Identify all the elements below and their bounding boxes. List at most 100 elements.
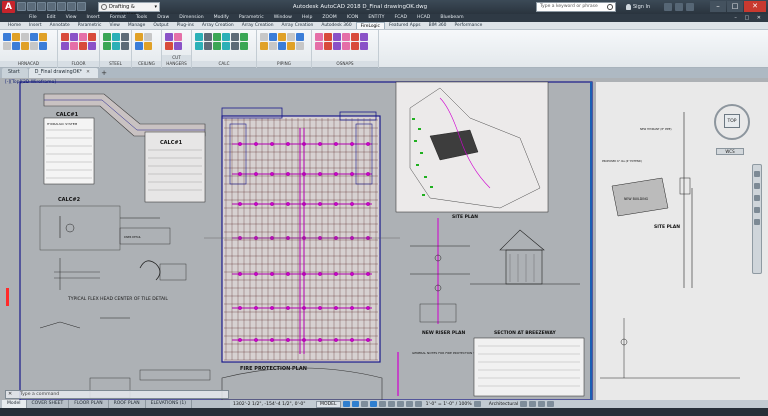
ribbon-tool-icon[interactable] xyxy=(287,33,295,41)
menu-window[interactable]: Window xyxy=(269,14,297,22)
ribbon-tool-icon[interactable] xyxy=(121,42,129,50)
ribbon-tool-icon[interactable] xyxy=(121,33,129,41)
viewport-controls[interactable]: [-][Top][2D Wireframe] xyxy=(5,80,56,85)
selection-cycling-icon[interactable] xyxy=(405,401,413,407)
ribbon-tool-icon[interactable] xyxy=(240,42,248,50)
wcs-menu[interactable]: WCS xyxy=(716,148,744,155)
ribbon-tool-icon[interactable] xyxy=(135,42,143,50)
ribbon-tool-icon[interactable] xyxy=(204,33,212,41)
steering-wheel-icon[interactable] xyxy=(754,171,760,177)
ribbon-tool-icon[interactable] xyxy=(324,33,332,41)
layout-tab-roof-plan[interactable]: ROOF PLAN xyxy=(109,400,146,408)
close-button[interactable]: ✕ xyxy=(744,1,766,12)
menu-fcad[interactable]: FCAD xyxy=(389,14,412,22)
ribbon-tool-icon[interactable] xyxy=(260,33,268,41)
ribbon-tool-icon[interactable] xyxy=(333,42,341,50)
ribbon-tool-icon[interactable] xyxy=(30,42,38,50)
layout-tab-elevations-1-[interactable]: ELEVATIONS (1) xyxy=(146,400,192,408)
ribbon-tool-icon[interactable] xyxy=(231,33,239,41)
search-icon[interactable] xyxy=(607,4,613,10)
ribbon-tool-icon[interactable] xyxy=(360,33,368,41)
drawing-canvas[interactable]: [-][Top][2D Wireframe] CALC#1 HYDRAULIC … xyxy=(0,78,768,400)
menu-icon[interactable]: ICON xyxy=(342,14,364,22)
ribbon-tool-icon[interactable] xyxy=(342,42,350,50)
ortho-icon[interactable] xyxy=(360,401,368,407)
save-icon[interactable] xyxy=(37,2,46,11)
ribbon-tab-bim-360[interactable]: BIM 360 xyxy=(425,22,451,29)
ribbon-tab-output[interactable]: Output xyxy=(149,22,172,29)
ribbon-tool-icon[interactable] xyxy=(3,33,11,41)
mdi-controls[interactable]: – □ ✕ xyxy=(734,14,764,22)
maximize-button[interactable]: □ xyxy=(727,1,743,12)
ribbon-tool-icon[interactable] xyxy=(144,33,152,41)
ribbon-tab-firelogic[interactable]: FireLogic xyxy=(355,22,385,29)
ribbon-tool-icon[interactable] xyxy=(269,33,277,41)
new-file-icon[interactable] xyxy=(17,2,26,11)
search-input[interactable]: Type a keyword or phrase xyxy=(536,2,616,12)
lineweight-icon[interactable] xyxy=(387,401,395,407)
ribbon-tool-icon[interactable] xyxy=(103,33,111,41)
save-as-icon[interactable] xyxy=(47,2,56,11)
menu-edit[interactable]: Edit xyxy=(42,14,61,22)
ribbon-tab-featured-apps[interactable]: Featured Apps xyxy=(385,22,425,29)
ribbon-tab-manage[interactable]: Manage xyxy=(124,22,149,29)
print-icon[interactable] xyxy=(57,2,66,11)
workspace-dropdown[interactable]: Drafting & Annotation ▾ xyxy=(98,2,160,18)
close-tab-icon[interactable]: ✕ xyxy=(86,70,90,75)
file-tab-drawing[interactable]: D_Final drawingOK* ✕ xyxy=(28,68,99,78)
ribbon-tool-icon[interactable] xyxy=(240,33,248,41)
ribbon-tool-icon[interactable] xyxy=(144,42,152,50)
ribbon-tool-icon[interactable] xyxy=(21,42,29,50)
ribbon-tool-icon[interactable] xyxy=(79,33,87,41)
ribbon-tool-icon[interactable] xyxy=(324,42,332,50)
osnap-icon[interactable] xyxy=(378,401,386,407)
layout-tab-floor-plan[interactable]: FLOOR PLAN xyxy=(69,400,109,408)
ribbon-tab-performance[interactable]: Performance xyxy=(450,22,486,29)
customization-icon[interactable] xyxy=(547,401,555,407)
undo-icon[interactable] xyxy=(67,2,76,11)
file-tab-start[interactable]: Start xyxy=(2,68,28,78)
viewcube-top-face[interactable]: TOP xyxy=(724,114,740,128)
menu-entity[interactable]: ENTITY xyxy=(363,14,389,22)
ribbon-tool-icon[interactable] xyxy=(315,42,323,50)
ribbon-tool-icon[interactable] xyxy=(70,33,78,41)
menu-zoom[interactable]: ZOOM xyxy=(317,14,341,22)
ribbon-tool-icon[interactable] xyxy=(30,33,38,41)
ribbon-tool-icon[interactable] xyxy=(165,33,173,41)
ribbon-tool-icon[interactable] xyxy=(315,33,323,41)
ribbon-tool-icon[interactable] xyxy=(360,42,368,50)
units-selector[interactable]: Architectural xyxy=(489,402,519,407)
ribbon-tab-array-creation[interactable]: Array Creation xyxy=(198,22,238,29)
menu-draw[interactable]: Draw xyxy=(152,14,174,22)
ribbon-tool-icon[interactable] xyxy=(351,33,359,41)
open-file-icon[interactable] xyxy=(27,2,36,11)
ribbon-tool-icon[interactable] xyxy=(135,33,143,41)
command-line[interactable]: ✕ Type a command xyxy=(5,390,229,399)
ribbon-tool-icon[interactable] xyxy=(222,42,230,50)
ribbon-tool-icon[interactable] xyxy=(260,42,268,50)
sign-in-button[interactable]: Sign In xyxy=(626,2,650,12)
orbit-icon[interactable] xyxy=(754,207,760,213)
menu-modify[interactable]: Modify xyxy=(209,14,234,22)
ribbon-tool-icon[interactable] xyxy=(88,42,96,50)
zoom-extents-icon[interactable] xyxy=(754,195,760,201)
menu-bluebeam[interactable]: Bluebeam xyxy=(435,14,468,22)
ribbon-tool-icon[interactable] xyxy=(296,42,304,50)
exchange-icon[interactable] xyxy=(664,3,672,11)
ribbon-tool-icon[interactable] xyxy=(351,42,359,50)
menu-file[interactable]: File xyxy=(24,14,42,22)
layout-tab-cover-sheet[interactable]: COVER SHEET xyxy=(27,400,70,408)
transparency-icon[interactable] xyxy=(396,401,404,407)
ribbon-tool-icon[interactable] xyxy=(342,33,350,41)
menu-hcad[interactable]: HCAD xyxy=(412,14,435,22)
ribbon-tab-view[interactable]: View xyxy=(105,22,123,29)
snap-icon[interactable] xyxy=(351,401,359,407)
close-icon[interactable]: ✕ xyxy=(8,391,12,398)
ribbon-tool-icon[interactable] xyxy=(165,42,173,50)
menu-help[interactable]: Help xyxy=(297,14,317,22)
ribbon-tab-autodesk-360[interactable]: Autodesk 360 xyxy=(317,22,355,29)
grid-icon[interactable] xyxy=(342,401,350,407)
ribbon-tab-plug-ins[interactable]: Plug-ins xyxy=(173,22,198,29)
ribbon-tab-insert[interactable]: Insert xyxy=(25,22,46,29)
redo-icon[interactable] xyxy=(77,2,86,11)
